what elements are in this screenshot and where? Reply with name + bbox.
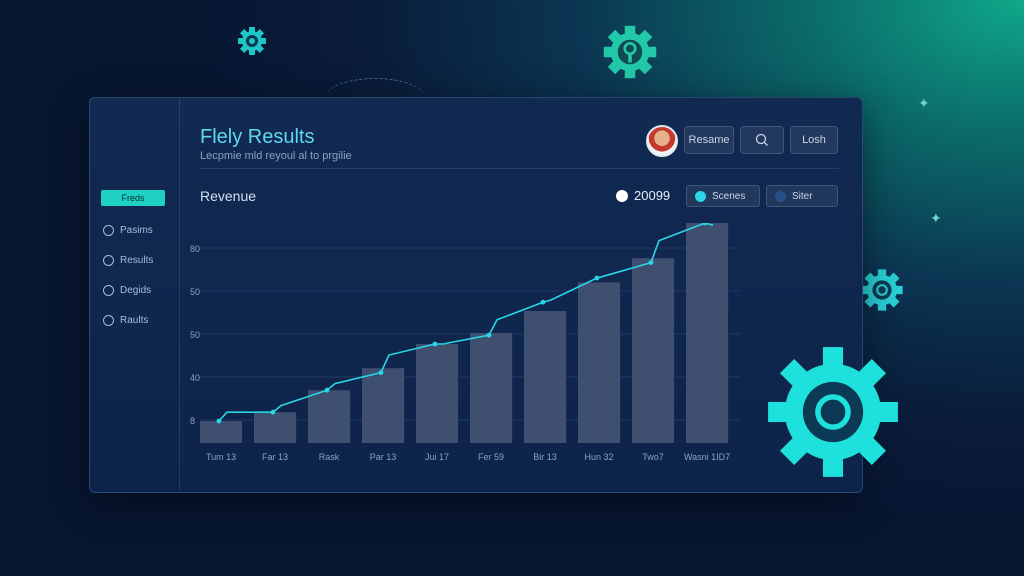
page-title: Flely Results xyxy=(200,126,315,148)
avatar[interactable] xyxy=(646,125,678,157)
x-tick-label: Far 13 xyxy=(262,452,288,462)
x-tick-label: Hun 32 xyxy=(585,452,614,462)
legend-scenes-button[interactable]: Scenes xyxy=(686,185,760,207)
x-tick-label: Par 13 xyxy=(370,452,397,462)
timer-icon xyxy=(103,225,114,236)
dashboard-panel: Flely Results Lecpmie mld reyoul al to p… xyxy=(89,97,863,493)
gear-icon xyxy=(768,347,898,477)
data-point xyxy=(270,409,276,415)
refresh-icon xyxy=(103,255,114,266)
clock-icon xyxy=(103,285,114,296)
bar xyxy=(416,344,459,443)
data-point xyxy=(648,260,654,265)
legend-label: Scenes xyxy=(712,190,746,202)
search-icon xyxy=(755,133,768,146)
bar xyxy=(308,390,351,443)
sidebar-item-active[interactable]: Freds xyxy=(101,190,165,206)
data-point xyxy=(432,341,438,347)
search-button[interactable] xyxy=(740,126,784,154)
revenue-chart: 80 50 50 40 8 Tum 13 Far 13 Rask Par 13 Jui 17 Fer… xyxy=(190,223,740,462)
x-tick-label: Two7 xyxy=(642,452,664,462)
sidebar-item-label: Raults xyxy=(120,315,149,326)
x-tick-label: Jui 17 xyxy=(425,452,449,462)
sparkle-icon: ✦ xyxy=(930,210,942,226)
resame-button[interactable]: Resame xyxy=(684,126,734,154)
header-divider xyxy=(199,168,839,169)
data-point xyxy=(216,418,222,424)
y-tick-label: 50 xyxy=(190,287,200,297)
bar xyxy=(632,258,675,443)
shield-icon xyxy=(103,315,114,326)
bar xyxy=(524,311,567,443)
y-tick-label: 8 xyxy=(190,416,195,426)
losh-button[interactable]: Losh xyxy=(790,126,838,154)
sidebar-item-label: Results xyxy=(120,255,154,266)
sidebar-divider xyxy=(179,98,180,490)
chart-label: Revenue xyxy=(200,188,257,204)
gear-icon xyxy=(603,25,657,79)
series-swatch xyxy=(775,190,786,202)
x-tick-label: Rask xyxy=(319,452,340,462)
x-tick-label: Tum 13 xyxy=(206,452,236,462)
data-point xyxy=(378,370,384,375)
legend-siter-button[interactable]: Siter xyxy=(766,185,838,207)
y-tick-label: 50 xyxy=(190,330,200,340)
legend-year: 20099 xyxy=(634,188,671,203)
bar xyxy=(470,333,513,443)
bar xyxy=(578,282,621,443)
x-tick-label: Fer 59 xyxy=(478,452,504,462)
bar xyxy=(362,368,405,443)
y-tick-label: 40 xyxy=(190,373,200,383)
data-point xyxy=(486,332,492,338)
x-tick-label: Wasni 1ID7 xyxy=(684,452,730,462)
sidebar-item-label: Degids xyxy=(120,285,152,296)
bar xyxy=(200,421,243,443)
bar xyxy=(254,412,297,443)
sidebar-item-label: Pasims xyxy=(120,225,153,236)
sparkle-icon: ✦ xyxy=(918,95,930,111)
page-subtitle: Lecpmie mld reyoul al to prgilie xyxy=(200,150,352,162)
data-point xyxy=(324,387,330,393)
gear-icon xyxy=(861,269,903,311)
sidebar-item-raults[interactable]: Raults xyxy=(103,315,148,326)
y-tick-label: 80 xyxy=(190,244,200,254)
bar xyxy=(686,223,729,443)
sidebar-item-results[interactable]: Results xyxy=(103,255,153,266)
legend-dot xyxy=(616,190,628,202)
x-tick-label: Bir 13 xyxy=(533,452,557,462)
sidebar-item-pasims[interactable]: Pasims xyxy=(103,225,153,236)
gear-icon xyxy=(238,27,266,55)
legend-label: Siter xyxy=(792,190,813,202)
data-point xyxy=(594,275,600,281)
data-point xyxy=(540,299,546,305)
sidebar-item-degids[interactable]: Degids xyxy=(103,285,151,296)
series-swatch xyxy=(695,190,706,202)
